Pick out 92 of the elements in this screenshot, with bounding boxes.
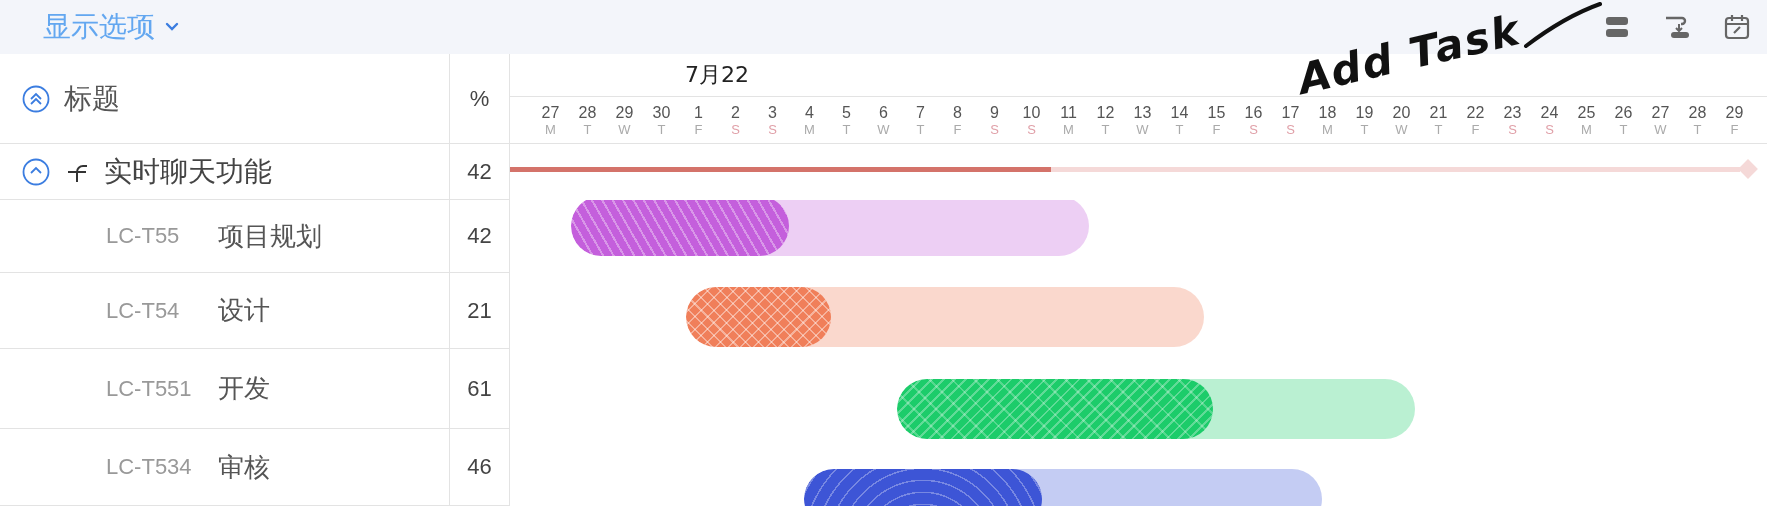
- day-number: 29: [1725, 103, 1744, 122]
- day-number: 29: [615, 103, 634, 122]
- day-number: 6: [879, 103, 888, 122]
- weekday-letter: M: [804, 121, 815, 137]
- day-number: 17: [1281, 103, 1300, 122]
- day-number: 2: [731, 103, 740, 122]
- weekday-letter: W: [1654, 121, 1667, 137]
- task-bar[interactable]: [571, 200, 1089, 256]
- day-number: 16: [1244, 103, 1263, 122]
- day-number: 28: [578, 103, 597, 122]
- day-number: 18: [1318, 103, 1337, 122]
- weekday-letter: T: [1360, 121, 1369, 137]
- day-number: 7: [916, 103, 925, 122]
- day-number: 27: [541, 103, 560, 122]
- weekday-letter: T: [1619, 121, 1628, 137]
- task-id: LC-T54: [106, 297, 181, 324]
- summary-bar[interactable]: [510, 167, 1740, 172]
- weekday-letter: W: [1395, 121, 1408, 137]
- task-id: LC-T551: [106, 375, 193, 402]
- weekday-letter: F: [1212, 121, 1221, 137]
- weekday-letter: S: [1286, 121, 1295, 137]
- day-number: 11: [1060, 103, 1077, 122]
- weekday-letter: M: [1581, 121, 1592, 137]
- day-number: 26: [1614, 103, 1633, 122]
- day-number: 15: [1207, 103, 1226, 122]
- day-number: 12: [1096, 103, 1115, 122]
- day-number: 13: [1133, 103, 1152, 122]
- weekday-letter: M: [545, 121, 556, 137]
- weekday-letter: T: [1693, 121, 1702, 137]
- weekday-letter: T: [657, 121, 666, 137]
- weekday-letter: S: [1508, 121, 1517, 137]
- day-number: 28: [1688, 103, 1707, 122]
- day-number: 25: [1577, 103, 1596, 122]
- handwritten-annotation: Add Task: [1293, 5, 1526, 104]
- chevron-down-icon: [165, 22, 179, 32]
- weekday-letter: T: [1175, 121, 1184, 137]
- calendar-edit-icon[interactable]: [1723, 13, 1751, 41]
- day-number: 5: [842, 103, 851, 122]
- weekday-letter: T: [1434, 121, 1443, 137]
- collapse-icon[interactable]: [22, 157, 50, 186]
- day-number: 20: [1392, 103, 1411, 122]
- percent-value: 61: [467, 375, 492, 402]
- weekday-letter: F: [953, 121, 962, 137]
- percent-value: 42: [467, 158, 492, 185]
- task-name[interactable]: 项目规划: [218, 218, 322, 254]
- percent-value: 46: [467, 454, 492, 480]
- percent-column-header: %: [469, 85, 490, 112]
- group-name[interactable]: 实时聊天功能: [104, 152, 272, 191]
- day-number: 14: [1170, 103, 1189, 122]
- weekday-letter: T: [1101, 121, 1110, 137]
- day-number: 10: [1022, 103, 1041, 122]
- weekday-letter: S: [1249, 121, 1258, 137]
- weekday-letter: S: [731, 121, 740, 137]
- day-number: 8: [953, 103, 962, 122]
- day-number: 19: [1355, 103, 1374, 122]
- weekday-letter: M: [1063, 121, 1074, 137]
- day-number: 3: [768, 103, 777, 122]
- task-name[interactable]: 审核: [218, 449, 270, 485]
- day-number: 27: [1651, 103, 1670, 122]
- weekday-letter: W: [877, 121, 890, 137]
- day-number: 1: [694, 103, 703, 122]
- day-number: 4: [805, 103, 814, 122]
- weekday-letter: T: [842, 121, 851, 137]
- month-label: 7月22: [684, 61, 750, 89]
- weekday-letter: F: [694, 121, 703, 137]
- day-number: 22: [1466, 103, 1485, 122]
- day-number: 23: [1503, 103, 1522, 122]
- task-id: LC-T534: [106, 454, 193, 480]
- task-bar[interactable]: [897, 379, 1415, 439]
- weekday-letter: W: [618, 121, 631, 137]
- weekday-letter: F: [1471, 121, 1480, 137]
- task-id: LC-T55: [106, 223, 181, 249]
- task-name[interactable]: 设计: [218, 293, 270, 328]
- title-column-header: 标题: [64, 80, 120, 117]
- day-number: 30: [652, 103, 671, 122]
- percent-value: 42: [467, 223, 492, 249]
- percent-value: 21: [467, 297, 492, 324]
- weekday-letter: W: [1136, 121, 1149, 137]
- weekday-letter: F: [1730, 121, 1739, 137]
- weekday-letter: S: [990, 121, 999, 137]
- task-bar[interactable]: [686, 287, 1204, 347]
- weekday-letter: T: [916, 121, 925, 137]
- collapse-all-icon[interactable]: [22, 84, 50, 113]
- weekday-letter: M: [1322, 121, 1333, 137]
- day-number: 24: [1540, 103, 1559, 122]
- task-name[interactable]: 开发: [218, 371, 270, 406]
- day-number: 9: [990, 103, 999, 122]
- weekday-letter: S: [768, 121, 777, 137]
- weekday-letter: T: [583, 121, 592, 137]
- day-number: 21: [1429, 103, 1448, 122]
- weekday-letter: S: [1027, 121, 1036, 137]
- weekday-letter: S: [1545, 121, 1554, 137]
